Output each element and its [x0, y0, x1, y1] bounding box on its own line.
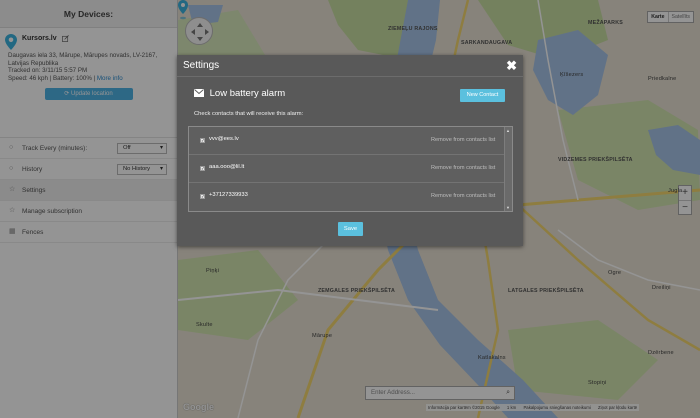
close-icon[interactable]: ✖	[506, 58, 517, 74]
contact-row: ✓ +37127339933 Remove from contacts list	[189, 183, 504, 211]
settings-modal: Settings ✖ Low battery alarm New Contact…	[177, 55, 523, 246]
save-button[interactable]: Save	[338, 222, 363, 236]
instruction-text: Check contacts that will receive this al…	[194, 111, 304, 117]
remove-contact-link[interactable]: Remove from contacts list	[431, 137, 495, 143]
scroll-down-icon[interactable]: ▼	[506, 205, 510, 210]
contact-name: +37127339933	[209, 192, 248, 198]
remove-contact-link[interactable]: Remove from contacts list	[431, 165, 495, 171]
envelope-icon	[194, 89, 204, 98]
contacts-list: ✓ vvv@ees.lv Remove from contacts list ✓…	[188, 126, 513, 212]
contact-row: ✓ aaa.ooo@lil.lt Remove from contacts li…	[189, 155, 504, 183]
new-contact-button[interactable]: New Contact	[460, 89, 505, 102]
remove-contact-link[interactable]: Remove from contacts list	[431, 193, 495, 199]
scroll-up-icon[interactable]: ▲	[506, 128, 510, 133]
contact-checkbox[interactable]: ✓	[200, 138, 205, 143]
contact-checkbox[interactable]: ✓	[200, 194, 205, 199]
contact-row: ✓ vvv@ees.lv Remove from contacts list	[189, 127, 504, 155]
alarm-heading: Low battery alarm	[194, 88, 285, 99]
modal-title: Settings	[183, 60, 220, 71]
contact-name: aaa.ooo@lil.lt	[209, 164, 245, 170]
contact-checkbox[interactable]: ✓	[200, 166, 205, 171]
modal-divider	[177, 76, 523, 77]
contacts-scrollbar[interactable]: ▲ ▼	[504, 127, 512, 211]
contact-name: vvv@ees.lv	[209, 136, 239, 142]
